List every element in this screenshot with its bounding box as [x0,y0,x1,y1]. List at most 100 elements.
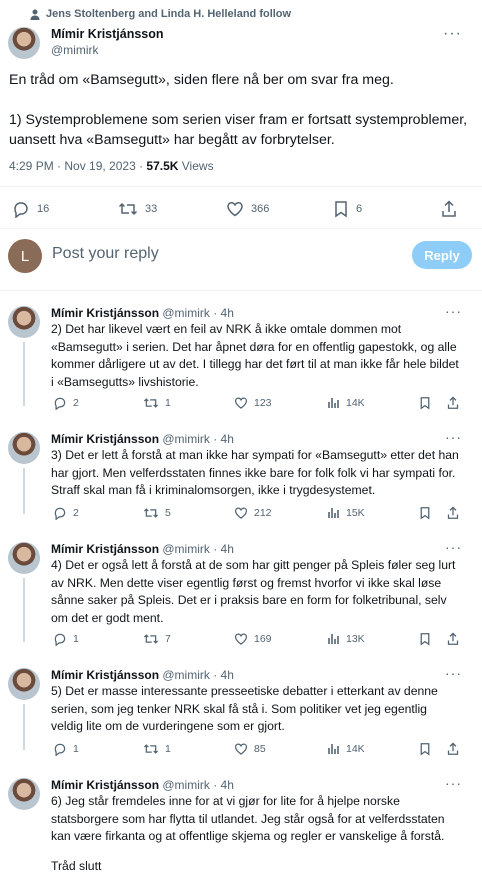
views-action[interactable]: 14K [327,742,365,755]
retweet-icon [118,200,138,218]
retweet-count: 7 [165,633,171,645]
reply-icon [53,742,67,756]
tweet-time[interactable]: · 4h [210,668,234,682]
retweet-action[interactable]: 1 [143,742,171,756]
author-avatar[interactable] [8,668,40,700]
tweet-time[interactable]: · 4h [210,542,234,556]
share-icon [447,632,459,646]
tweet-text: En tråd om «Bamsegutt», siden flere nå b… [9,72,468,148]
author-name[interactable]: Mímir Kristjánsson [51,668,159,682]
retweet-icon [143,742,159,756]
author-name[interactable]: Mímir Kristjánsson [51,27,164,41]
user-avatar[interactable]: L [8,239,42,273]
divider [0,186,482,187]
retweet-action[interactable]: 7 [143,632,171,646]
retweet-count: 1 [165,397,171,409]
retweet-action[interactable]: 1 [143,396,171,410]
author-handle[interactable]: @mimirk [162,542,210,556]
reply-button[interactable]: Reply [412,241,472,269]
share-action[interactable] [447,632,459,646]
tweet-actions: 2 5 212 15K [0,506,482,524]
views-label: Views [178,159,214,173]
more-options-icon[interactable]: ··· [443,25,462,43]
reply-action[interactable]: 1 [53,742,79,756]
thread-tweet[interactable]: Mímir Kristjánsson @mimirk · 4h ··· 6) J… [0,775,482,873]
timestamp[interactable]: 4:29 PM · Nov 19, 2023 · [9,159,146,173]
tweet-text: 2) Det har likevel vært en feil av NRK å… [51,322,459,389]
bookmark-icon [419,632,431,646]
bookmark-count: 6 [356,203,363,215]
views-action[interactable]: 14K [327,396,365,409]
bookmark-icon [419,742,431,756]
bookmark-action[interactable] [419,506,431,520]
author-avatar[interactable] [8,27,40,59]
author-handle[interactable]: @mimirk [162,432,210,446]
author-name[interactable]: Mímir Kristjánsson [51,432,159,446]
author-avatar[interactable] [8,306,40,338]
author-name[interactable]: Mímir Kristjánsson [51,306,159,320]
social-context-text[interactable]: Jens Stoltenberg and Linda H. Helleland … [46,8,291,20]
share-action[interactable] [447,742,459,756]
reply-count: 1 [73,743,79,755]
retweet-action[interactable]: 5 [143,506,171,520]
reply-action[interactable]: 16 [12,200,49,218]
tweet-text: 6) Jeg står fremdeles inne for at vi gjø… [51,794,445,843]
reply-icon [53,506,67,520]
bookmark-action[interactable] [419,632,431,646]
more-options-icon[interactable]: ··· [445,775,462,791]
retweet-icon [143,632,159,646]
like-action[interactable]: 212 [234,506,272,520]
author-avatar[interactable] [8,778,40,810]
reply-icon [53,396,67,410]
author-avatar[interactable] [8,432,40,464]
thread-tweet[interactable]: Mímir Kristjánsson @mimirk · 4h ··· 3) D… [0,429,482,514]
bookmark-action[interactable] [419,396,431,410]
author-handle[interactable]: @mimirk [162,778,210,792]
reply-action[interactable]: 1 [53,632,79,646]
views-count: 57.5K [146,159,179,173]
like-action[interactable]: 169 [234,632,272,646]
views-action[interactable]: 13K [327,632,365,645]
bookmark-icon [419,396,431,410]
analytics-icon [327,632,340,645]
retweet-count: 5 [165,507,171,519]
retweet-count: 1 [165,743,171,755]
like-count: 212 [254,507,272,519]
share-action[interactable] [447,396,459,410]
like-action[interactable]: 366 [226,200,269,218]
author-handle[interactable]: @mimirk [162,668,210,682]
person-icon [30,9,40,20]
reply-input[interactable]: Post your reply [52,245,159,263]
tweet-time[interactable]: · 4h [210,778,234,792]
reply-action[interactable]: 2 [53,396,79,410]
author-handle[interactable]: @mimirk [51,43,99,57]
share-action[interactable] [447,506,459,520]
like-action[interactable]: 85 [234,742,266,756]
tweet-text: 4) Det er også lett å forstå at de som h… [51,558,456,625]
author-name[interactable]: Mímir Kristjánsson [51,542,159,556]
reply-action[interactable]: 2 [53,506,79,520]
thread-tweet[interactable]: Mímir Kristjánsson @mimirk · 4h ··· 4) D… [0,539,482,642]
thread-tweet[interactable]: Mímir Kristjánsson @mimirk · 4h ··· 2) D… [0,303,482,406]
more-options-icon[interactable]: ··· [445,303,462,319]
more-options-icon[interactable]: ··· [445,429,462,445]
retweet-action[interactable]: 33 [118,200,157,218]
retweet-count: 33 [145,203,158,215]
bookmark-action[interactable] [419,742,431,756]
tweet-header: Mímir Kristjánsson @mimirk · 4h [51,306,234,320]
thread-tweet[interactable]: Mímir Kristjánsson @mimirk · 4h ··· 5) D… [0,665,482,750]
author-name[interactable]: Mímir Kristjánsson [51,778,159,792]
views-action[interactable]: 15K [327,506,365,519]
author-handle[interactable]: @mimirk [162,306,210,320]
author-avatar[interactable] [8,542,40,574]
like-action[interactable]: 123 [234,396,272,410]
bookmark-action[interactable]: 6 [333,200,362,218]
retweet-icon [143,396,159,410]
tweet-time[interactable]: · 4h [210,432,234,446]
share-icon [447,396,459,410]
more-options-icon[interactable]: ··· [445,539,462,555]
share-action[interactable] [441,200,457,218]
tweet-text: 3) Det er lett å forstå at man ikke har … [51,448,459,497]
more-options-icon[interactable]: ··· [445,665,462,681]
tweet-time[interactable]: · 4h [210,306,234,320]
